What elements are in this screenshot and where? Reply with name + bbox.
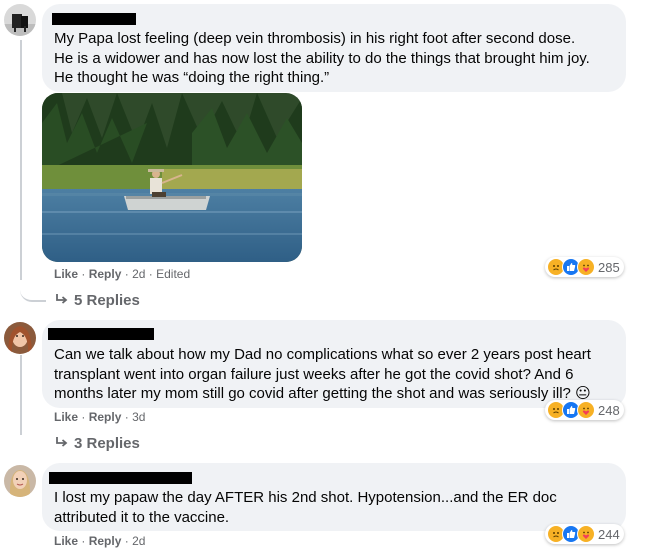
comment-text-line: My Papa lost feeling (deep vein thrombos… bbox=[54, 30, 576, 47]
separator: · bbox=[124, 534, 129, 548]
reply-arrow-icon bbox=[55, 292, 68, 309]
view-replies-link[interactable]: 3 Replies bbox=[55, 435, 140, 452]
thread-elbow bbox=[20, 270, 46, 302]
comment-text-line: transplant went into organ failure just … bbox=[54, 365, 574, 383]
comment-actions: Like · Reply · 3d bbox=[54, 410, 145, 424]
reaction-summary[interactable]: 248 bbox=[545, 400, 624, 420]
reply-arrow-icon bbox=[55, 435, 68, 452]
comment-text-line: I lost my papaw the day AFTER his 2nd sh… bbox=[54, 489, 557, 506]
comment-text: I lost my papaw the day AFTER his 2nd sh… bbox=[54, 488, 624, 527]
avatar[interactable] bbox=[4, 4, 36, 36]
comment-text: My Papa lost feeling (deep vein thrombos… bbox=[54, 29, 624, 88]
comment-text-line: months later my mom still go covid after… bbox=[54, 385, 571, 402]
reaction-count: 285 bbox=[598, 259, 620, 275]
replies-label: 3 Replies bbox=[74, 435, 140, 452]
separator: · bbox=[81, 267, 86, 281]
comment-timestamp[interactable]: 2d bbox=[132, 534, 145, 548]
comment-photo[interactable] bbox=[42, 93, 302, 262]
separator: · bbox=[124, 410, 129, 424]
avatar[interactable] bbox=[4, 465, 36, 497]
reaction-count: 248 bbox=[598, 402, 620, 418]
edited-label: Edited bbox=[156, 267, 191, 281]
comment-actions: Like · Reply · 2d · Edited bbox=[54, 267, 190, 281]
redacted-author-name bbox=[48, 328, 154, 340]
comment-text-line: attributed it to the vaccine. bbox=[54, 508, 230, 526]
separator: · bbox=[81, 410, 86, 424]
separator: · bbox=[148, 267, 153, 281]
view-replies-link[interactable]: 5 Replies bbox=[55, 292, 140, 309]
comment-text: Can we talk about how my Dad no complica… bbox=[54, 345, 624, 404]
redacted-author-name bbox=[49, 472, 192, 484]
reaction-summary[interactable]: 285 bbox=[545, 257, 624, 277]
separator: · bbox=[81, 534, 86, 548]
thread-line bbox=[20, 40, 22, 280]
avatar[interactable] bbox=[4, 322, 36, 354]
separator: · bbox=[124, 267, 129, 281]
redacted-author-name bbox=[52, 13, 136, 25]
care-icon bbox=[577, 401, 595, 419]
reaction-count: 244 bbox=[598, 526, 620, 542]
reply-link[interactable]: Reply bbox=[89, 534, 122, 548]
like-link[interactable]: Like bbox=[54, 267, 78, 281]
reply-link[interactable]: Reply bbox=[89, 267, 122, 281]
comment-text-line: He thought he was “doing the right thing… bbox=[54, 69, 330, 86]
comment-text-line: Can we talk about how my Dad no complica… bbox=[54, 346, 591, 363]
comment-timestamp[interactable]: 2d bbox=[132, 267, 145, 281]
like-link[interactable]: Like bbox=[54, 534, 78, 548]
reaction-summary[interactable]: 244 bbox=[545, 524, 624, 544]
comment-timestamp[interactable]: 3d bbox=[132, 410, 145, 424]
replies-label: 5 Replies bbox=[74, 292, 140, 309]
thread-line bbox=[20, 355, 22, 435]
comment-actions: Like · Reply · 2d bbox=[54, 534, 145, 548]
care-icon bbox=[577, 525, 595, 543]
comment-text-line: He is a widower and has now lost the abi… bbox=[54, 49, 590, 67]
reply-link[interactable]: Reply bbox=[89, 410, 122, 424]
care-icon bbox=[577, 258, 595, 276]
comment-text-line-wrap: months later my mom still go covid after… bbox=[54, 384, 624, 404]
like-link[interactable]: Like bbox=[54, 410, 78, 424]
